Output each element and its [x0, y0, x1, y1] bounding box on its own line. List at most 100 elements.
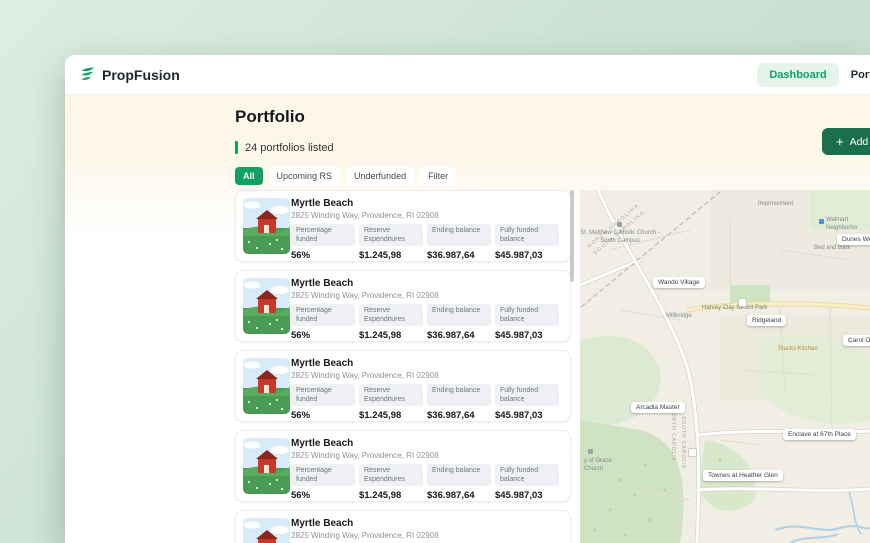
- propfusion-logo-icon: [79, 65, 96, 85]
- stat-value: $1.245,98: [359, 410, 402, 421]
- portfolio-card[interactable]: Myrtle Beach 2825 Winding Way, Providenc…: [235, 430, 571, 502]
- page-title: Portfolio: [235, 107, 305, 126]
- map-label-grace-church: y of Grace Church: [584, 458, 612, 472]
- stat-label: Ending balance: [427, 224, 491, 246]
- content-area: Portfolio 24 portfolios listed All Upcom…: [65, 95, 870, 543]
- state-border-label-vertical-south: SOUTH CAROLINA: [680, 416, 686, 468]
- stat-value: 56%: [291, 330, 311, 341]
- stat-value: $1.245,98: [359, 250, 402, 261]
- map-marker-wando-village[interactable]: Wando Village: [653, 277, 705, 288]
- map-marker-enclave-at-67th-place[interactable]: Enclave at 67th Place: [783, 429, 856, 440]
- brand: PropFusion: [79, 65, 180, 85]
- list-scrollbar[interactable]: [570, 190, 574, 282]
- route-shield-icon: [688, 448, 697, 457]
- stat-label: Ending balance: [427, 384, 491, 406]
- property-stats: Percentage funded 56% Reserve Expenditure…: [291, 304, 559, 341]
- map-marker-dunes-west[interactable]: Dunes West: [837, 234, 870, 245]
- stat-value: $36.987,64: [427, 330, 475, 341]
- property-address: 2825 Winding Way, Providence, RI 02908: [291, 531, 439, 540]
- stat-label: Fully funded balance: [495, 384, 559, 406]
- property-address: 2825 Winding Way, Providence, RI 02908: [291, 291, 439, 300]
- property-title: Myrtle Beach: [291, 518, 354, 529]
- stat-label: Ending balance: [427, 464, 491, 486]
- stat-value: $1.245,98: [359, 490, 402, 501]
- walmart-poi-icon: [819, 219, 824, 224]
- portfolio-column: Portfolio 24 portfolios listed All Upcom…: [235, 95, 571, 543]
- filter-all[interactable]: All: [235, 167, 263, 185]
- filter-underfunded[interactable]: Underfunded: [346, 167, 415, 185]
- property-address: 2825 Winding Way, Providence, RI 02908: [291, 451, 439, 460]
- stat-value: $36.987,64: [427, 490, 475, 501]
- property-title: Myrtle Beach: [291, 278, 354, 289]
- top-nav: Dashboard Portfolio: [757, 55, 870, 95]
- stat-value: 56%: [291, 490, 311, 501]
- stat-label: Fully funded balance: [495, 304, 559, 326]
- portfolio-card-list: Myrtle Beach 2825 Winding Way, Providenc…: [235, 190, 571, 543]
- stat-label: Reserve Expenditures: [359, 224, 423, 246]
- property-thumbnail: [243, 278, 290, 334]
- stat-label: Percentage funded: [291, 384, 355, 406]
- property-stats: Percentage funded 56% Reserve Expenditure…: [291, 464, 559, 501]
- property-address: 2825 Winding Way, Providence, RI 02908: [291, 371, 439, 380]
- property-address: 2825 Winding Way, Providence, RI 02908: [291, 211, 439, 220]
- property-stats: Percentage funded 56% Reserve Expenditure…: [291, 224, 559, 261]
- portfolio-card[interactable]: Myrtle Beach 2825 Winding Way, Providenc…: [235, 510, 571, 543]
- filter-upcoming-rs[interactable]: Upcoming RS: [268, 167, 341, 185]
- map-marker-carol-oaks[interactable]: Carol Oaks: [843, 335, 870, 346]
- stat-value: $36.987,64: [427, 250, 475, 261]
- portfolio-card[interactable]: Myrtle Beach 2825 Winding Way, Providenc…: [235, 190, 571, 262]
- stat-value: $45.987,03: [495, 250, 543, 261]
- stat-value: $1.245,98: [359, 330, 402, 341]
- stat-label: Reserve Expenditures: [359, 304, 423, 326]
- app-window: PropFusion Dashboard Portfolio Portfolio…: [65, 55, 870, 543]
- state-border-label-vertical-north: NORTH CAROLINA: [670, 408, 676, 460]
- stat-value: 56%: [291, 410, 311, 421]
- portfolio-pane: Portfolio 24 portfolios listed All Upcom…: [65, 95, 580, 543]
- stat-label: Percentage funded: [291, 304, 355, 326]
- add-new-button[interactable]: + Add new: [822, 128, 870, 155]
- stat-value: 56%: [291, 250, 311, 261]
- stat-label: Fully funded balance: [495, 224, 559, 246]
- app-header: PropFusion Dashboard Portfolio: [65, 55, 870, 95]
- map-label-st-matthew-church: St. Matthew Catholic Church - South Camp…: [580, 230, 660, 244]
- property-title: Myrtle Beach: [291, 358, 354, 369]
- stat-label: Ending balance: [427, 304, 491, 326]
- map[interactable]: NORTH CAROLINA SOUTH CAROLINA NORTH CARO…: [580, 190, 870, 543]
- map-label-bed-and-bark: Bed and Bark: [814, 245, 851, 251]
- church-poi-icon: [588, 449, 593, 454]
- plus-icon: +: [836, 134, 844, 149]
- property-stats: Percentage funded 56% Reserve Expenditure…: [291, 384, 559, 421]
- portfolio-count-row: 24 portfolios listed: [235, 141, 571, 154]
- portfolio-card[interactable]: Myrtle Beach 2825 Winding Way, Providenc…: [235, 350, 571, 422]
- stat-label: Percentage funded: [291, 464, 355, 486]
- map-label-stacks-kitchen: Stacks Kitchen: [778, 346, 818, 352]
- filter-bar: All Upcoming RS Underfunded Filter: [235, 167, 571, 185]
- map-label-improvement: Improvement: [758, 201, 794, 207]
- desktop-background: PropFusion Dashboard Portfolio Portfolio…: [0, 0, 870, 543]
- portfolio-card[interactable]: Myrtle Beach 2825 Winding Way, Providenc…: [235, 270, 571, 342]
- nav-item-portfolio[interactable]: Portfolio: [851, 69, 870, 81]
- accent-bar: [235, 141, 238, 154]
- property-thumbnail: [243, 438, 290, 494]
- map-label-harvey-clay-nesbit-park: Harvey Clay Nesbit Park: [702, 305, 768, 311]
- stat-label: Reserve Expenditures: [359, 464, 423, 486]
- stat-value: $36.987,64: [427, 410, 475, 421]
- add-new-label: Add new: [849, 135, 870, 148]
- filter-filter[interactable]: Filter: [420, 167, 457, 185]
- property-title: Myrtle Beach: [291, 438, 354, 449]
- stat-label: Reserve Expenditures: [359, 384, 423, 406]
- map-label-walmart: Walmart Neighborho: [826, 217, 858, 231]
- map-marker-ridgeland[interactable]: Ridgeland: [747, 315, 787, 326]
- property-thumbnail: [243, 198, 290, 254]
- portfolio-count: 24 portfolios listed: [245, 141, 334, 154]
- nav-item-dashboard[interactable]: Dashboard: [757, 63, 839, 87]
- brand-name: PropFusion: [102, 66, 180, 83]
- map-marker-townes-at-heather-glen[interactable]: Townes at Heather Glen: [703, 470, 783, 481]
- stat-value: $45.987,03: [495, 330, 543, 341]
- stat-value: $45.987,03: [495, 410, 543, 421]
- stat-label: Fully funded balance: [495, 464, 559, 486]
- church-poi-icon: [617, 222, 622, 227]
- map-marker-arcadia-master[interactable]: Arcadia Master: [631, 402, 685, 413]
- property-thumbnail: [243, 358, 290, 414]
- map-label-millbridge: Millbridge: [666, 313, 692, 319]
